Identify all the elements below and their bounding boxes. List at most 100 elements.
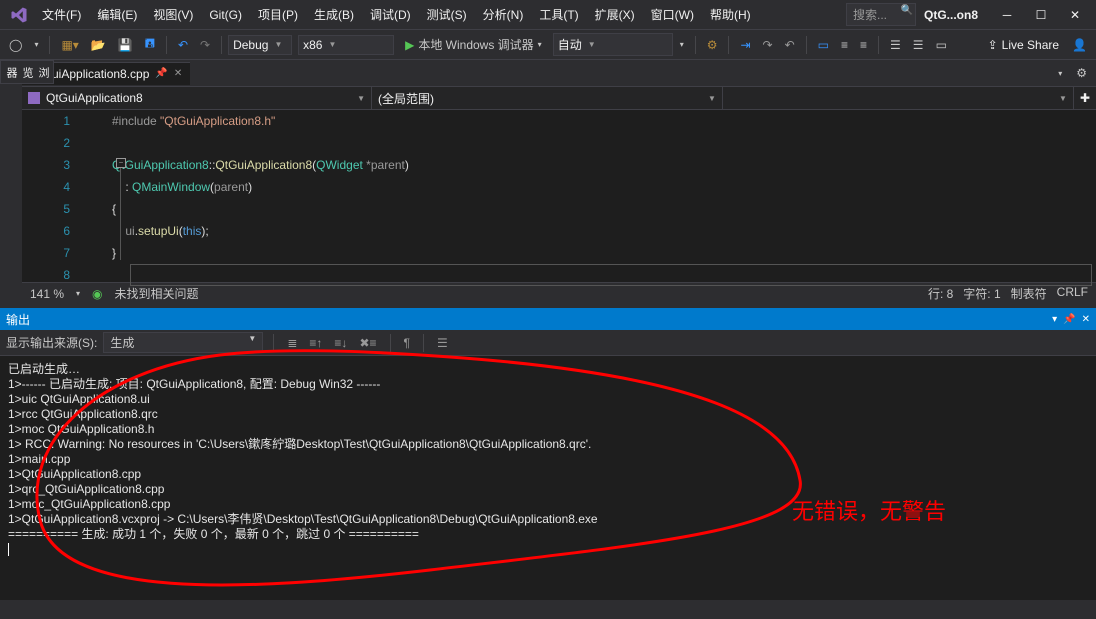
tab-overflow-icon[interactable]: ▾	[1053, 62, 1067, 84]
separator	[390, 334, 391, 352]
output-panel-title[interactable]: 输出 ▾ 📌 ✕	[0, 308, 1096, 330]
separator	[728, 36, 729, 54]
menu-window[interactable]: 窗口(W)	[643, 2, 702, 27]
nav-member-dropdown[interactable]: ▼	[723, 87, 1074, 109]
live-share-button[interactable]: ⇪ Live Share	[982, 36, 1065, 54]
separator	[878, 36, 879, 54]
vs-logo-icon	[10, 6, 28, 24]
bookmark-icon[interactable]: ▭	[931, 34, 952, 56]
comment-icon[interactable]: ≡	[855, 34, 872, 56]
menu-analyze[interactable]: 分析(N)	[475, 2, 532, 27]
outline-guide	[120, 168, 121, 260]
nav-bar: QtGuiApplication8 ▼ (全局范围) ▼ ▼ ✚	[22, 86, 1096, 110]
goto-msg-icon[interactable]: ≣	[284, 334, 300, 352]
collapse-toggle-icon[interactable]: −	[116, 158, 126, 168]
status-col[interactable]: 字符: 1	[963, 285, 1000, 302]
output-body[interactable]: 已启动生成…1>------ 已启动生成: 项目: QtGuiApplicati…	[0, 356, 1096, 600]
separator	[166, 36, 167, 54]
side-tab-browser[interactable]: 浏览器	[0, 60, 54, 84]
wrap-icon[interactable]: ¶	[401, 334, 413, 352]
panel-pin-icon[interactable]: 📌	[1063, 314, 1075, 325]
menu-git[interactable]: Git(G)	[201, 4, 250, 26]
nav-project-dropdown[interactable]: QtGuiApplication8 ▼	[22, 87, 372, 109]
menu-project[interactable]: 项目(P)	[250, 2, 306, 27]
menu-view[interactable]: 视图(V)	[145, 2, 201, 27]
separator	[806, 36, 807, 54]
output-toolbar: 显示输出来源(S): 生成▼ ≣ ≡↑ ≡↓ ✖≡ ¶ ☰	[0, 330, 1096, 356]
menu-help[interactable]: 帮助(H)	[702, 2, 759, 27]
separator	[695, 36, 696, 54]
search-input[interactable]: 搜索...	[846, 3, 916, 26]
redo-icon[interactable]: ↷	[195, 34, 215, 56]
output-title-label: 输出	[6, 311, 30, 328]
status-ending[interactable]: CRLF	[1057, 285, 1088, 302]
menu-tools[interactable]: 工具(T)	[531, 2, 586, 27]
panel-dropdown-icon[interactable]: ▾	[1052, 314, 1057, 325]
line-gutter: 12345678	[22, 110, 112, 282]
nav-add-icon[interactable]: ✚	[1074, 87, 1096, 109]
separator	[221, 36, 222, 54]
live-share-label: Live Share	[1002, 38, 1059, 52]
clear-output-icon[interactable]: ✖≡	[356, 334, 379, 352]
tab-well: QtGuiApplication8.cpp 📌 ✕ ▾ ⚙	[0, 60, 1096, 86]
issues-ok-icon: ◉	[92, 287, 102, 301]
pin-icon[interactable]: 📌	[155, 68, 167, 79]
step-icon[interactable]: ⇥	[735, 34, 755, 56]
menu-debug[interactable]: 调试(D)	[362, 2, 419, 27]
list-icon[interactable]: ☰	[434, 334, 451, 352]
outdent-icon[interactable]: ☰	[908, 34, 929, 56]
config-dropdown[interactable]: Debug▼	[228, 35, 292, 55]
process-icon[interactable]: ⚙	[702, 34, 723, 56]
solution-name: QtG...on8	[924, 8, 978, 22]
platform-dropdown[interactable]: x86▼	[298, 35, 394, 55]
dropdown-chevron-icon[interactable]: ▾	[675, 36, 689, 53]
current-line-highlight	[130, 264, 1092, 286]
settings-gear-icon[interactable]: ⚙	[1071, 62, 1092, 84]
titlebar: 文件(F) 编辑(E) 视图(V) Git(G) 项目(P) 生成(B) 调试(…	[0, 0, 1096, 30]
nav-scope-dropdown[interactable]: (全局范围) ▼	[372, 87, 723, 109]
start-debug-button[interactable]: ▶本地 Windows 调试器▾	[400, 32, 547, 57]
separator	[273, 334, 274, 352]
zoom-chevron-icon[interactable]: ▾	[76, 289, 80, 298]
nav-project-label: QtGuiApplication8	[46, 91, 143, 105]
save-all-icon[interactable]: 🖪	[140, 30, 160, 59]
status-line[interactable]: 行: 8	[928, 285, 953, 302]
main-toolbar: ◯ ▾ ▦▾ 📂 💾 🖪 ↶ ↷ Debug▼ x86▼ ▶本地 Windows…	[0, 30, 1096, 60]
menu-file[interactable]: 文件(F)	[34, 2, 89, 27]
project-icon	[28, 92, 40, 104]
step-out-icon[interactable]: ↶	[780, 34, 800, 56]
undo-icon[interactable]: ↶	[173, 34, 193, 56]
nav-scope-label: (全局范围)	[378, 90, 434, 107]
next-msg-icon[interactable]: ≡↓	[331, 334, 350, 352]
separator	[49, 36, 50, 54]
indent-icon[interactable]: ☰	[885, 34, 906, 56]
status-tabs[interactable]: 制表符	[1011, 285, 1047, 302]
tab-close-icon[interactable]: ✕	[174, 68, 182, 79]
panel-close-icon[interactable]: ✕	[1082, 314, 1090, 325]
menu-edit[interactable]: 编辑(E)	[89, 2, 145, 27]
new-project-icon[interactable]: ▦▾	[56, 34, 83, 56]
prev-msg-icon[interactable]: ≡↑	[306, 334, 325, 352]
separator	[423, 334, 424, 352]
close-icon[interactable]: ✕	[1058, 2, 1092, 28]
minimize-icon[interactable]: ─	[990, 2, 1024, 28]
share-icon: ⇪	[988, 38, 998, 52]
code-editor[interactable]: 12345678 #include "QtGuiApplication8.h"Q…	[22, 110, 1096, 282]
menu-extensions[interactable]: 扩展(X)	[587, 2, 643, 27]
save-icon[interactable]: 💾	[113, 34, 138, 56]
zoom-level[interactable]: 141 %	[30, 287, 64, 301]
nav-back-icon[interactable]: ◯	[4, 34, 27, 56]
menu-build[interactable]: 生成(B)	[306, 2, 362, 27]
output-source-dropdown[interactable]: 生成▼	[103, 332, 263, 353]
step-over-icon[interactable]: ↷	[758, 34, 778, 56]
auto-dropdown[interactable]: 自动▼	[553, 33, 673, 56]
tool-icon[interactable]: ▭	[813, 34, 834, 56]
open-icon[interactable]: 📂	[86, 34, 111, 56]
nav-forward-icon[interactable]: ▾	[29, 36, 43, 53]
output-source-label: 显示输出来源(S):	[6, 334, 97, 351]
maximize-icon[interactable]: ☐	[1024, 2, 1058, 28]
menu-test[interactable]: 测试(S)	[419, 2, 475, 27]
issues-label[interactable]: 未找到相关问题	[115, 285, 199, 302]
format-icon[interactable]: ≡	[836, 34, 853, 56]
account-icon[interactable]: 👤	[1067, 34, 1092, 56]
